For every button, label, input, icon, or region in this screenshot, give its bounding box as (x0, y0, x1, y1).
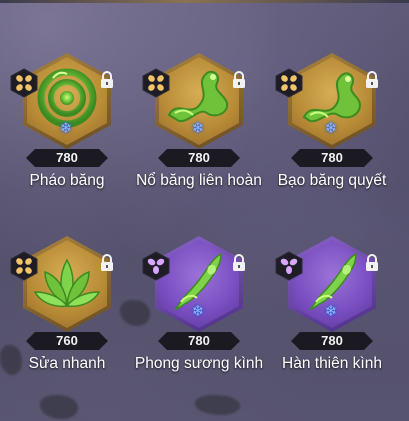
lock-icon (99, 70, 115, 90)
score-badge: 780 (158, 149, 240, 167)
score-badge: 780 (291, 332, 373, 350)
three-petal-icon (142, 251, 170, 281)
four-petal-icon (10, 251, 38, 281)
four-petal-icon (142, 68, 170, 98)
skill-name: Sửa nhanh (28, 355, 106, 372)
skill-card-no-bang-lien-hoan[interactable]: ❄ 780 Nổ băng liên hoàn (132, 0, 266, 189)
skill-name: Hàn thiên kình (282, 355, 382, 372)
score-badge: 780 (158, 332, 240, 350)
score-badge: 780 (291, 149, 373, 167)
three-petal-icon (275, 251, 303, 281)
score-badge: 780 (26, 149, 108, 167)
score-badge: 760 (26, 332, 108, 350)
skill-card-han-thien-kinh[interactable]: ❄ 780 Hàn thiên kình (265, 183, 399, 372)
skill-card-bao-bang-quyet[interactable]: ❄ 780 Bạo băng quyết (265, 0, 399, 189)
frost-icon: ❄ (324, 303, 338, 320)
lock-icon (231, 70, 247, 90)
skill-card-sua-nhanh[interactable]: 760 Sửa nhanh (0, 183, 134, 372)
frost-icon: ❄ (324, 120, 338, 137)
skill-card-phong-suong-kinh[interactable]: ❄ 780 Phong sương kình (132, 183, 266, 372)
skill-grid: ❄ 780 Pháo băng ❄ 780 Nổ băng liên hoàn … (0, 0, 409, 421)
lock-icon (99, 253, 115, 273)
skill-card-phao-bang[interactable]: ❄ 780 Pháo băng (0, 0, 134, 189)
lock-icon (364, 70, 380, 90)
frost-icon: ❄ (191, 303, 205, 320)
frost-icon: ❄ (59, 120, 73, 137)
lock-icon (231, 253, 247, 273)
four-petal-icon (275, 68, 303, 98)
skill-name: Phong sương kình (134, 355, 264, 372)
four-petal-icon (10, 68, 38, 98)
frost-icon: ❄ (191, 120, 205, 137)
lock-icon (364, 253, 380, 273)
